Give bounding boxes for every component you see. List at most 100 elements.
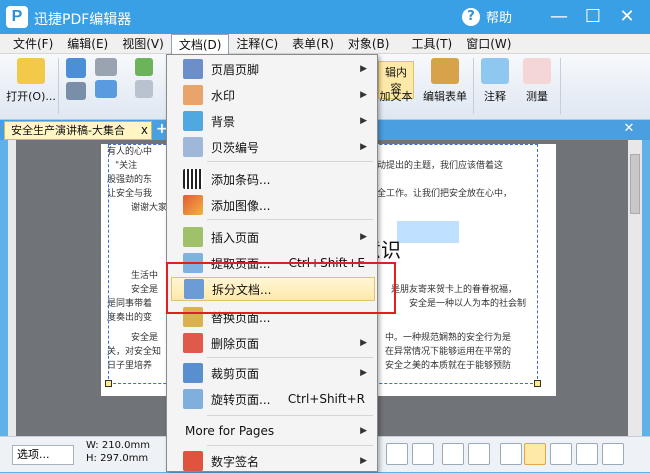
app-title: 迅捷PDF编辑器 <box>34 12 132 28</box>
menu-item-header-footer[interactable]: 页眉页脚 ▶ <box>167 57 377 81</box>
pdf-icon <box>66 82 86 100</box>
submenu-arrow-icon: ▶ <box>360 142 367 152</box>
crop-page-icon <box>183 363 203 383</box>
menu-item-bates-numbering[interactable]: 贝茨编号 ▶ <box>167 135 377 159</box>
open-button[interactable]: 打开(O)... <box>6 58 56 104</box>
question-icon: ? <box>462 7 480 26</box>
menu-item-watermark[interactable]: 水印 ▶ <box>167 83 377 107</box>
resize-handle[interactable] <box>534 380 541 387</box>
bates-numbering-icon <box>183 137 203 157</box>
back-icon[interactable] <box>442 443 464 465</box>
save-button[interactable] <box>64 58 88 104</box>
edit-form-label: 编辑表单 <box>423 90 467 103</box>
barcode-icon <box>183 169 203 189</box>
menu-item-digital-signature[interactable]: 数字签名 ▶ <box>167 449 377 473</box>
measure-icon <box>523 58 551 84</box>
ribbon-separator <box>560 58 561 114</box>
digital-signature-icon <box>183 451 203 471</box>
menu-separator <box>207 219 373 220</box>
edit-form-button[interactable]: 编辑表单 <box>420 58 470 104</box>
page-width: W: 210.0mm <box>86 440 150 451</box>
measure-button[interactable]: 测量 <box>520 58 554 104</box>
close-document-icon[interactable]: ✕ <box>622 122 636 136</box>
watermark-icon <box>183 85 203 105</box>
highlight-annotation-box <box>166 262 396 314</box>
measure-label: 测量 <box>526 90 548 103</box>
menu-item-crop-page[interactable]: 裁剪页面 ▶ <box>167 361 377 385</box>
submenu-arrow-icon: ▶ <box>360 64 367 74</box>
single-page-icon[interactable] <box>500 443 522 465</box>
close-tab-icon[interactable]: x <box>141 122 148 139</box>
submenu-arrow-icon: ▶ <box>360 456 367 466</box>
menu-bar: 文件(F) 编辑(E) 视图(V) 文档(D) 注释(C) 表单(R) 对象(B… <box>0 33 650 54</box>
menu-view[interactable]: 视图(V) <box>115 34 171 54</box>
add-image-icon <box>183 195 203 215</box>
print-button[interactable] <box>92 58 120 102</box>
forward-icon[interactable] <box>468 443 490 465</box>
title-bar: P 迅捷PDF编辑器 ? 帮助 — ☐ ✕ <box>0 0 650 34</box>
shortcut-label: Ctrl+Shift+R <box>287 392 365 406</box>
add-text-button[interactable]: 加文本 <box>378 88 414 104</box>
email-icon <box>95 80 117 98</box>
ribbon-separator <box>58 58 59 114</box>
annotate-button[interactable]: 注释 <box>478 58 512 104</box>
maximize-button[interactable]: ☐ <box>582 6 604 28</box>
menu-item-more-for-pages[interactable]: More for Pages ▶ <box>167 419 377 443</box>
menu-separator <box>207 445 373 446</box>
help-button[interactable]: ? 帮助 <box>462 7 512 26</box>
menu-separator <box>207 415 373 416</box>
menu-form[interactable]: 表单(R) <box>285 34 341 54</box>
delete-page-icon <box>183 333 203 353</box>
vertical-scrollbar[interactable] <box>628 140 642 436</box>
last-page-icon[interactable] <box>412 443 434 465</box>
left-panel-strip <box>8 140 16 436</box>
document-tab[interactable]: 安全生产演讲稿-大集合 x <box>4 121 152 140</box>
menu-item-add-barcode[interactable]: 添加条码... <box>167 167 377 191</box>
menu-edit[interactable]: 编辑(E) <box>60 34 115 54</box>
page-dimensions: W: 210.0mm H: 297.0mm <box>86 439 150 465</box>
redo-icon <box>135 80 153 98</box>
two-page-icon[interactable] <box>550 443 572 465</box>
rotate-page-icon <box>183 389 203 409</box>
annotate-icon <box>481 58 509 84</box>
menu-item-background[interactable]: 背景 ▶ <box>167 109 377 133</box>
document-tab-label: 安全生产演讲稿-大集合 <box>11 124 125 137</box>
menu-object[interactable]: 对象(B) <box>341 34 397 54</box>
menu-document[interactable]: 文档(D) <box>170 33 230 54</box>
minimize-button[interactable]: — <box>548 6 570 28</box>
next-page-icon[interactable] <box>386 443 408 465</box>
continuous-page-icon[interactable] <box>524 443 546 465</box>
annotate-label: 注释 <box>484 90 506 103</box>
insert-page-icon <box>183 227 203 247</box>
open-label: 打开(O)... <box>6 90 56 103</box>
scrollbar-thumb[interactable] <box>630 154 640 214</box>
header-footer-icon <box>183 59 203 79</box>
menu-item-add-image[interactable]: 添加图像... <box>167 193 377 217</box>
save-icon <box>66 58 86 78</box>
menu-item-insert-page[interactable]: 插入页面 ▶ <box>167 225 377 249</box>
undo-button[interactable] <box>134 58 154 102</box>
menu-comment[interactable]: 注释(C) <box>229 34 285 54</box>
two-page-continuous-icon[interactable] <box>576 443 598 465</box>
help-label: 帮助 <box>486 11 513 26</box>
menu-window[interactable]: 窗口(W) <box>459 34 518 54</box>
menu-separator <box>207 357 373 358</box>
background-icon <box>183 111 203 131</box>
undo-icon <box>135 58 153 76</box>
form-icon <box>431 58 459 84</box>
submenu-arrow-icon: ▶ <box>360 116 367 126</box>
menu-item-rotate-page[interactable]: 旋转页面... Ctrl+Shift+R <box>167 387 377 411</box>
menu-item-delete-page[interactable]: 删除页面 ▶ <box>167 331 377 355</box>
options-select[interactable]: 选项... <box>12 445 74 465</box>
fit-page-icon[interactable] <box>602 443 624 465</box>
folder-icon <box>17 58 45 84</box>
resize-handle[interactable] <box>105 380 112 387</box>
submenu-arrow-icon: ▶ <box>360 426 367 436</box>
menu-file[interactable]: 文件(F) <box>6 34 60 54</box>
submenu-arrow-icon: ▶ <box>360 232 367 242</box>
menu-separator <box>207 161 373 162</box>
menu-tools[interactable]: 工具(T) <box>404 34 459 54</box>
submenu-arrow-icon: ▶ <box>360 90 367 100</box>
ribbon-separator <box>473 58 474 114</box>
close-window-button[interactable]: ✕ <box>616 6 638 28</box>
